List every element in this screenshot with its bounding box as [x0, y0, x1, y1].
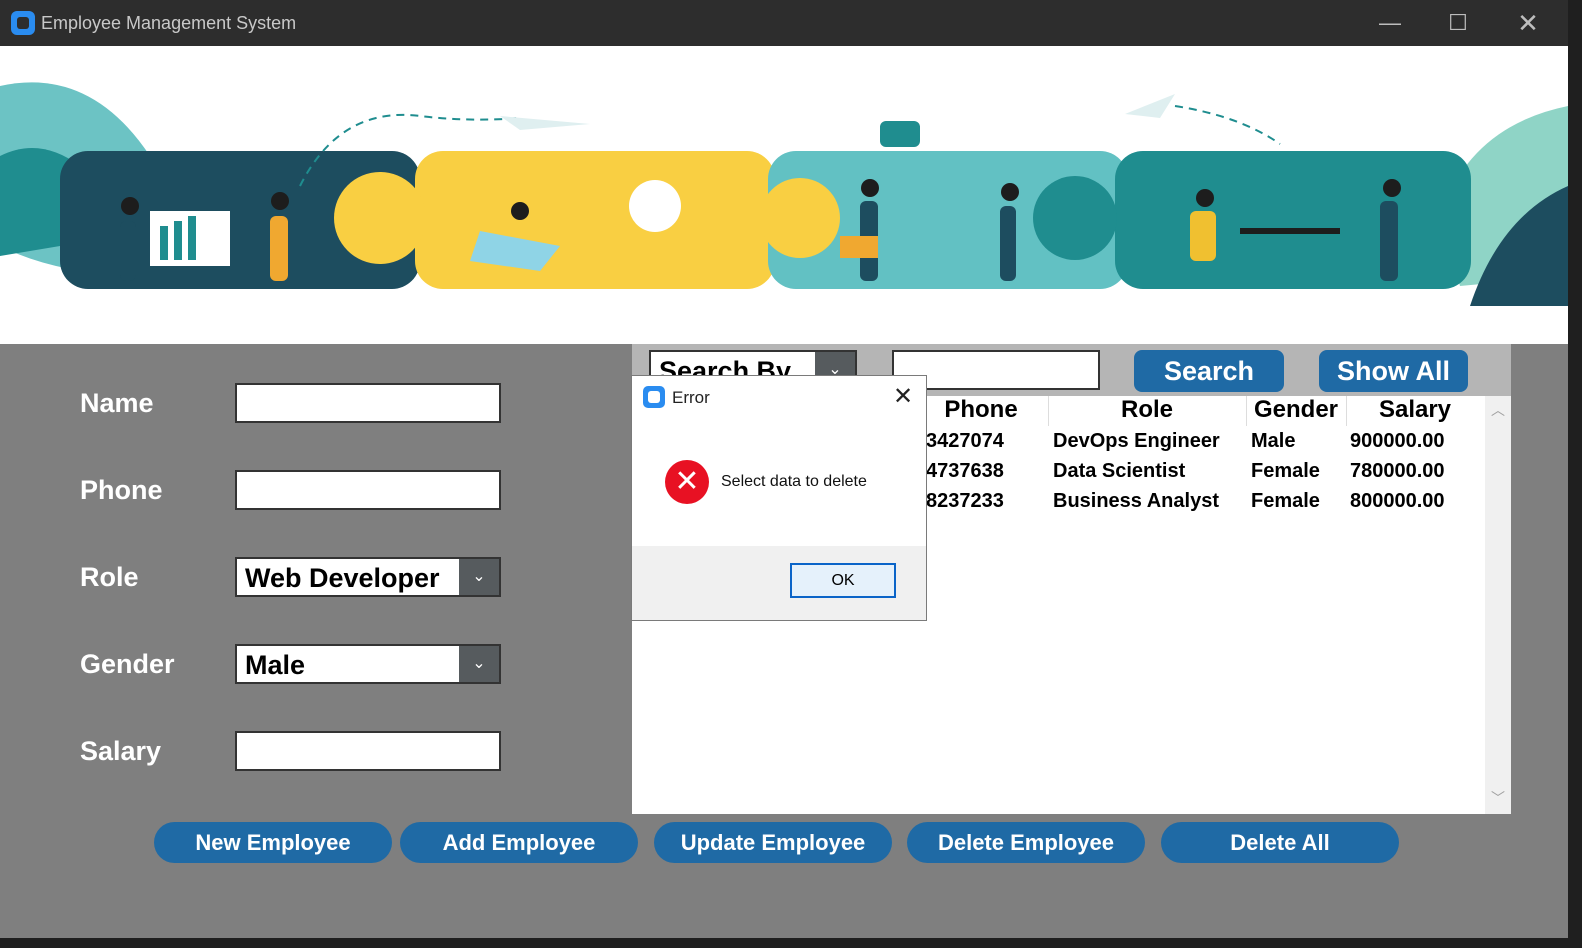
column-header-phone[interactable]: Phone — [914, 396, 1049, 426]
error-icon: ✕ — [665, 460, 709, 504]
column-header-salary[interactable]: Salary — [1346, 396, 1484, 426]
cell-role: Data Scientist — [1053, 460, 1186, 482]
name-label: Name — [80, 388, 154, 418]
title-bar: Employee Management System — ☐ ✕ — [0, 0, 1568, 46]
minimize-button[interactable]: — — [1360, 0, 1420, 46]
cell-phone: 3427074 — [926, 430, 1004, 452]
delete-employee-button[interactable]: Delete Employee — [907, 822, 1145, 863]
add-employee-button[interactable]: Add Employee — [400, 822, 638, 863]
dialog-close-button[interactable]: ✕ — [888, 382, 918, 412]
app-icon — [11, 11, 35, 35]
cell-salary: 900000.00 — [1350, 430, 1445, 452]
cell-gender: Female — [1251, 460, 1320, 482]
role-label: Role — [80, 562, 139, 592]
gender-label: Gender — [80, 649, 175, 679]
window-edge-right — [1568, 0, 1582, 948]
phone-label: Phone — [80, 475, 163, 505]
chevron-up-icon[interactable]: ︿ — [1485, 400, 1511, 420]
search-button[interactable]: Search — [1134, 350, 1284, 392]
cell-role: DevOps Engineer — [1053, 430, 1220, 452]
table-scrollbar[interactable]: ︿ ﹀ — [1485, 396, 1511, 814]
banner-illustration — [0, 46, 1568, 344]
banner-svg — [0, 82, 1568, 306]
show-all-button[interactable]: Show All — [1319, 350, 1468, 392]
column-header-gender[interactable]: Gender — [1246, 396, 1347, 426]
chevron-down-icon[interactable]: ﹀ — [1485, 788, 1511, 808]
app-icon — [643, 386, 665, 408]
column-header-role[interactable]: Role — [1048, 396, 1247, 426]
phone-input[interactable] — [235, 470, 501, 510]
name-input[interactable] — [235, 383, 501, 423]
cell-phone: 8237233 — [926, 490, 1004, 512]
delete-all-button[interactable]: Delete All — [1161, 822, 1399, 863]
close-window-button[interactable]: ✕ — [1498, 0, 1558, 46]
dialog-footer: OK — [632, 546, 926, 620]
maximize-button[interactable]: ☐ — [1428, 0, 1488, 46]
cell-phone: 4737638 — [926, 460, 1004, 482]
cell-gender: Male — [1251, 430, 1296, 452]
ok-button[interactable]: OK — [790, 563, 896, 598]
dialog-title: Error — [672, 388, 710, 407]
window-title: Employee Management System — [41, 13, 297, 33]
role-value: Web Developer — [245, 563, 440, 593]
gender-value: Male — [245, 650, 306, 680]
error-dialog: Error ✕ ✕ Select data to delete OK — [631, 375, 927, 621]
role-select[interactable]: Web Developer ⌄ — [235, 557, 501, 597]
cell-role: Business Analyst — [1053, 490, 1219, 512]
salary-input[interactable] — [235, 731, 501, 771]
update-employee-button[interactable]: Update Employee — [654, 822, 892, 863]
dialog-message: Select data to delete — [721, 473, 867, 490]
window-edge-bottom — [0, 938, 1568, 948]
cell-gender: Female — [1251, 490, 1320, 512]
new-employee-button[interactable]: New Employee — [154, 822, 392, 863]
gender-select[interactable]: Male ⌄ — [235, 644, 501, 684]
cell-salary: 780000.00 — [1350, 460, 1445, 482]
salary-label: Salary — [80, 736, 162, 766]
cell-salary: 800000.00 — [1350, 490, 1445, 512]
chevron-down-icon[interactable]: ⌄ — [459, 559, 499, 595]
chevron-down-icon[interactable]: ⌄ — [459, 646, 499, 682]
